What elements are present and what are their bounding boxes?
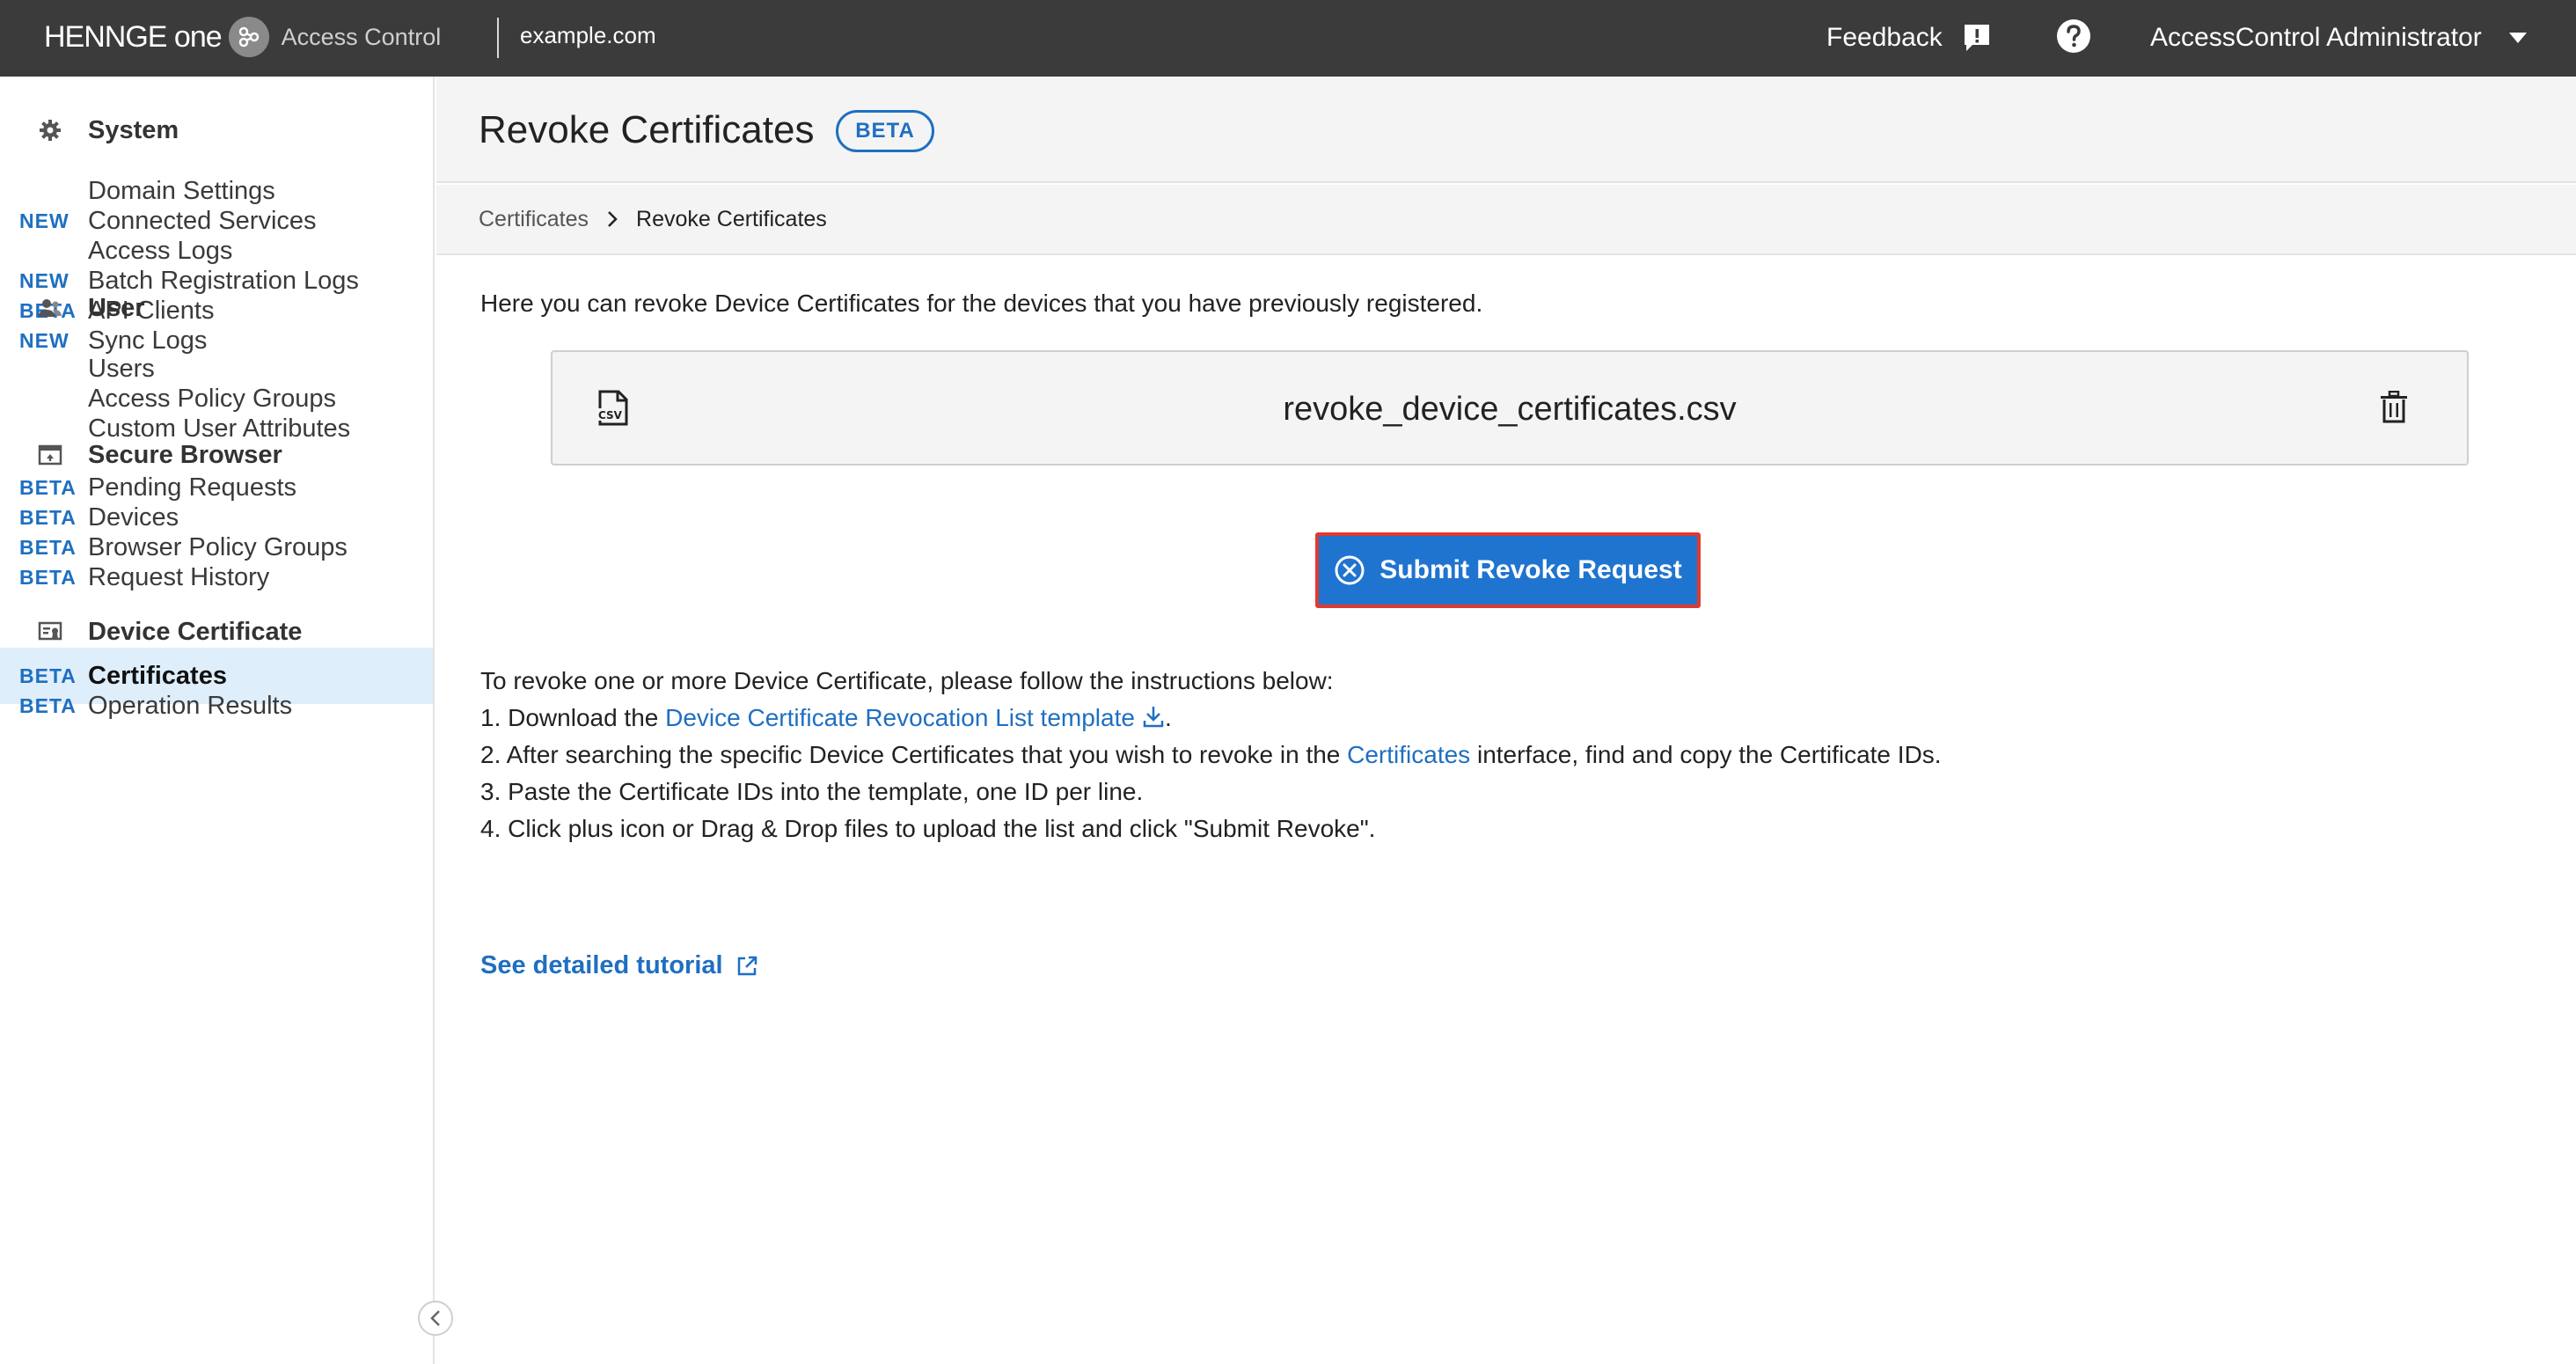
product-name: Access Control (281, 23, 442, 50)
chevron-down-icon (2508, 33, 2527, 43)
certificate-icon (37, 619, 63, 645)
sidebar-section-user: User (0, 280, 433, 336)
sidebar-item-label: Operation Results (88, 691, 293, 720)
instructions: To revoke one or more Device Certificate… (480, 663, 1942, 847)
sidebar-item-operation-results[interactable]: BETA Operation Results (0, 678, 433, 734)
template-download-link[interactable]: Device Certificate Revocation List templ… (665, 704, 1135, 731)
instruction-step-1: 1. Download the Device Certificate Revoc… (480, 700, 1942, 737)
close-circle-icon (1335, 555, 1365, 585)
breadcrumb-certificates-link[interactable]: Certificates (479, 207, 589, 232)
logo-mark-icon (228, 17, 269, 57)
intro-text: Here you can revoke Device Certificates … (480, 290, 1483, 317)
detailed-tutorial-link[interactable]: See detailed tutorial (480, 951, 758, 980)
step-text: 1. Download the (480, 704, 666, 731)
henngeone-logo[interactable]: HENNGE one Access Control (44, 15, 441, 59)
chevron-right-icon (608, 211, 618, 227)
tenant-domain: example.com (520, 22, 656, 48)
instruction-step-2: 2. After searching the specific Device C… (480, 737, 1942, 774)
users-icon (37, 295, 63, 321)
feedback-label: Feedback (1826, 23, 1943, 52)
main-content: Revoke Certificates BETA Certificates Re… (436, 77, 2576, 1364)
step-text: 2. After searching the specific Device C… (480, 741, 1348, 768)
feedback-button[interactable]: Feedback (1826, 18, 1994, 58)
submit-revoke-button[interactable]: Submit Revoke Request (1315, 532, 1701, 608)
feedback-icon (1964, 25, 1989, 51)
external-link-icon (737, 956, 757, 975)
step-text: . (1164, 704, 1172, 731)
instruction-step-3: 3. Paste the Certificate IDs into the te… (480, 778, 1144, 805)
topbar-divider (497, 18, 499, 58)
step-text: interface, find and copy the Certificate… (1470, 741, 1942, 768)
trash-icon[interactable] (2379, 391, 2409, 424)
sidebar-section-title: Device Certificate (88, 617, 303, 646)
page-title: Revoke Certificates (479, 108, 815, 151)
submit-revoke-label: Submit Revoke Request (1379, 555, 1682, 584)
instructions-heading: To revoke one or more Device Certificate… (480, 667, 1334, 694)
user-menu[interactable]: AccessControl Administrator (2150, 18, 2528, 58)
uploaded-file-card: CSV revoke_device_certificates.csv (551, 350, 2469, 466)
breadcrumb-current: Revoke Certificates (636, 206, 827, 231)
top-bar: HENNGE one Access Control example.com Fe… (0, 0, 2576, 77)
beta-badge: BETA (836, 110, 934, 152)
breadcrumb: Certificates Revoke Certificates (436, 185, 2576, 255)
tutorial-label: See detailed tutorial (480, 951, 723, 979)
certificates-link[interactable]: Certificates (1347, 741, 1470, 768)
gear-icon (37, 117, 63, 143)
download-icon[interactable] (1142, 704, 1165, 729)
file-name: revoke_device_certificates.csv (1283, 391, 1737, 428)
help-icon[interactable] (2055, 18, 2092, 55)
sidebar-section-title: System (88, 115, 179, 144)
sidebar-section-system: System (0, 102, 433, 158)
user-name: AccessControl Administrator (2150, 23, 2482, 52)
sidebar: System Domain Settings NEW Connected Ser… (0, 77, 435, 1364)
nav-badge: BETA (19, 693, 77, 717)
page-header: Revoke Certificates BETA (436, 77, 2576, 183)
nav-badge: BETA (19, 565, 77, 589)
sidebar-section-title: User (88, 293, 145, 322)
logo-text: HENNGE one (44, 19, 223, 54)
sidebar-item-request-history[interactable]: BETA Request History (0, 549, 433, 605)
sidebar-item-label: Request History (88, 562, 270, 591)
instruction-step-4: 4. Click plus icon or Drag & Drop files … (480, 815, 1376, 842)
